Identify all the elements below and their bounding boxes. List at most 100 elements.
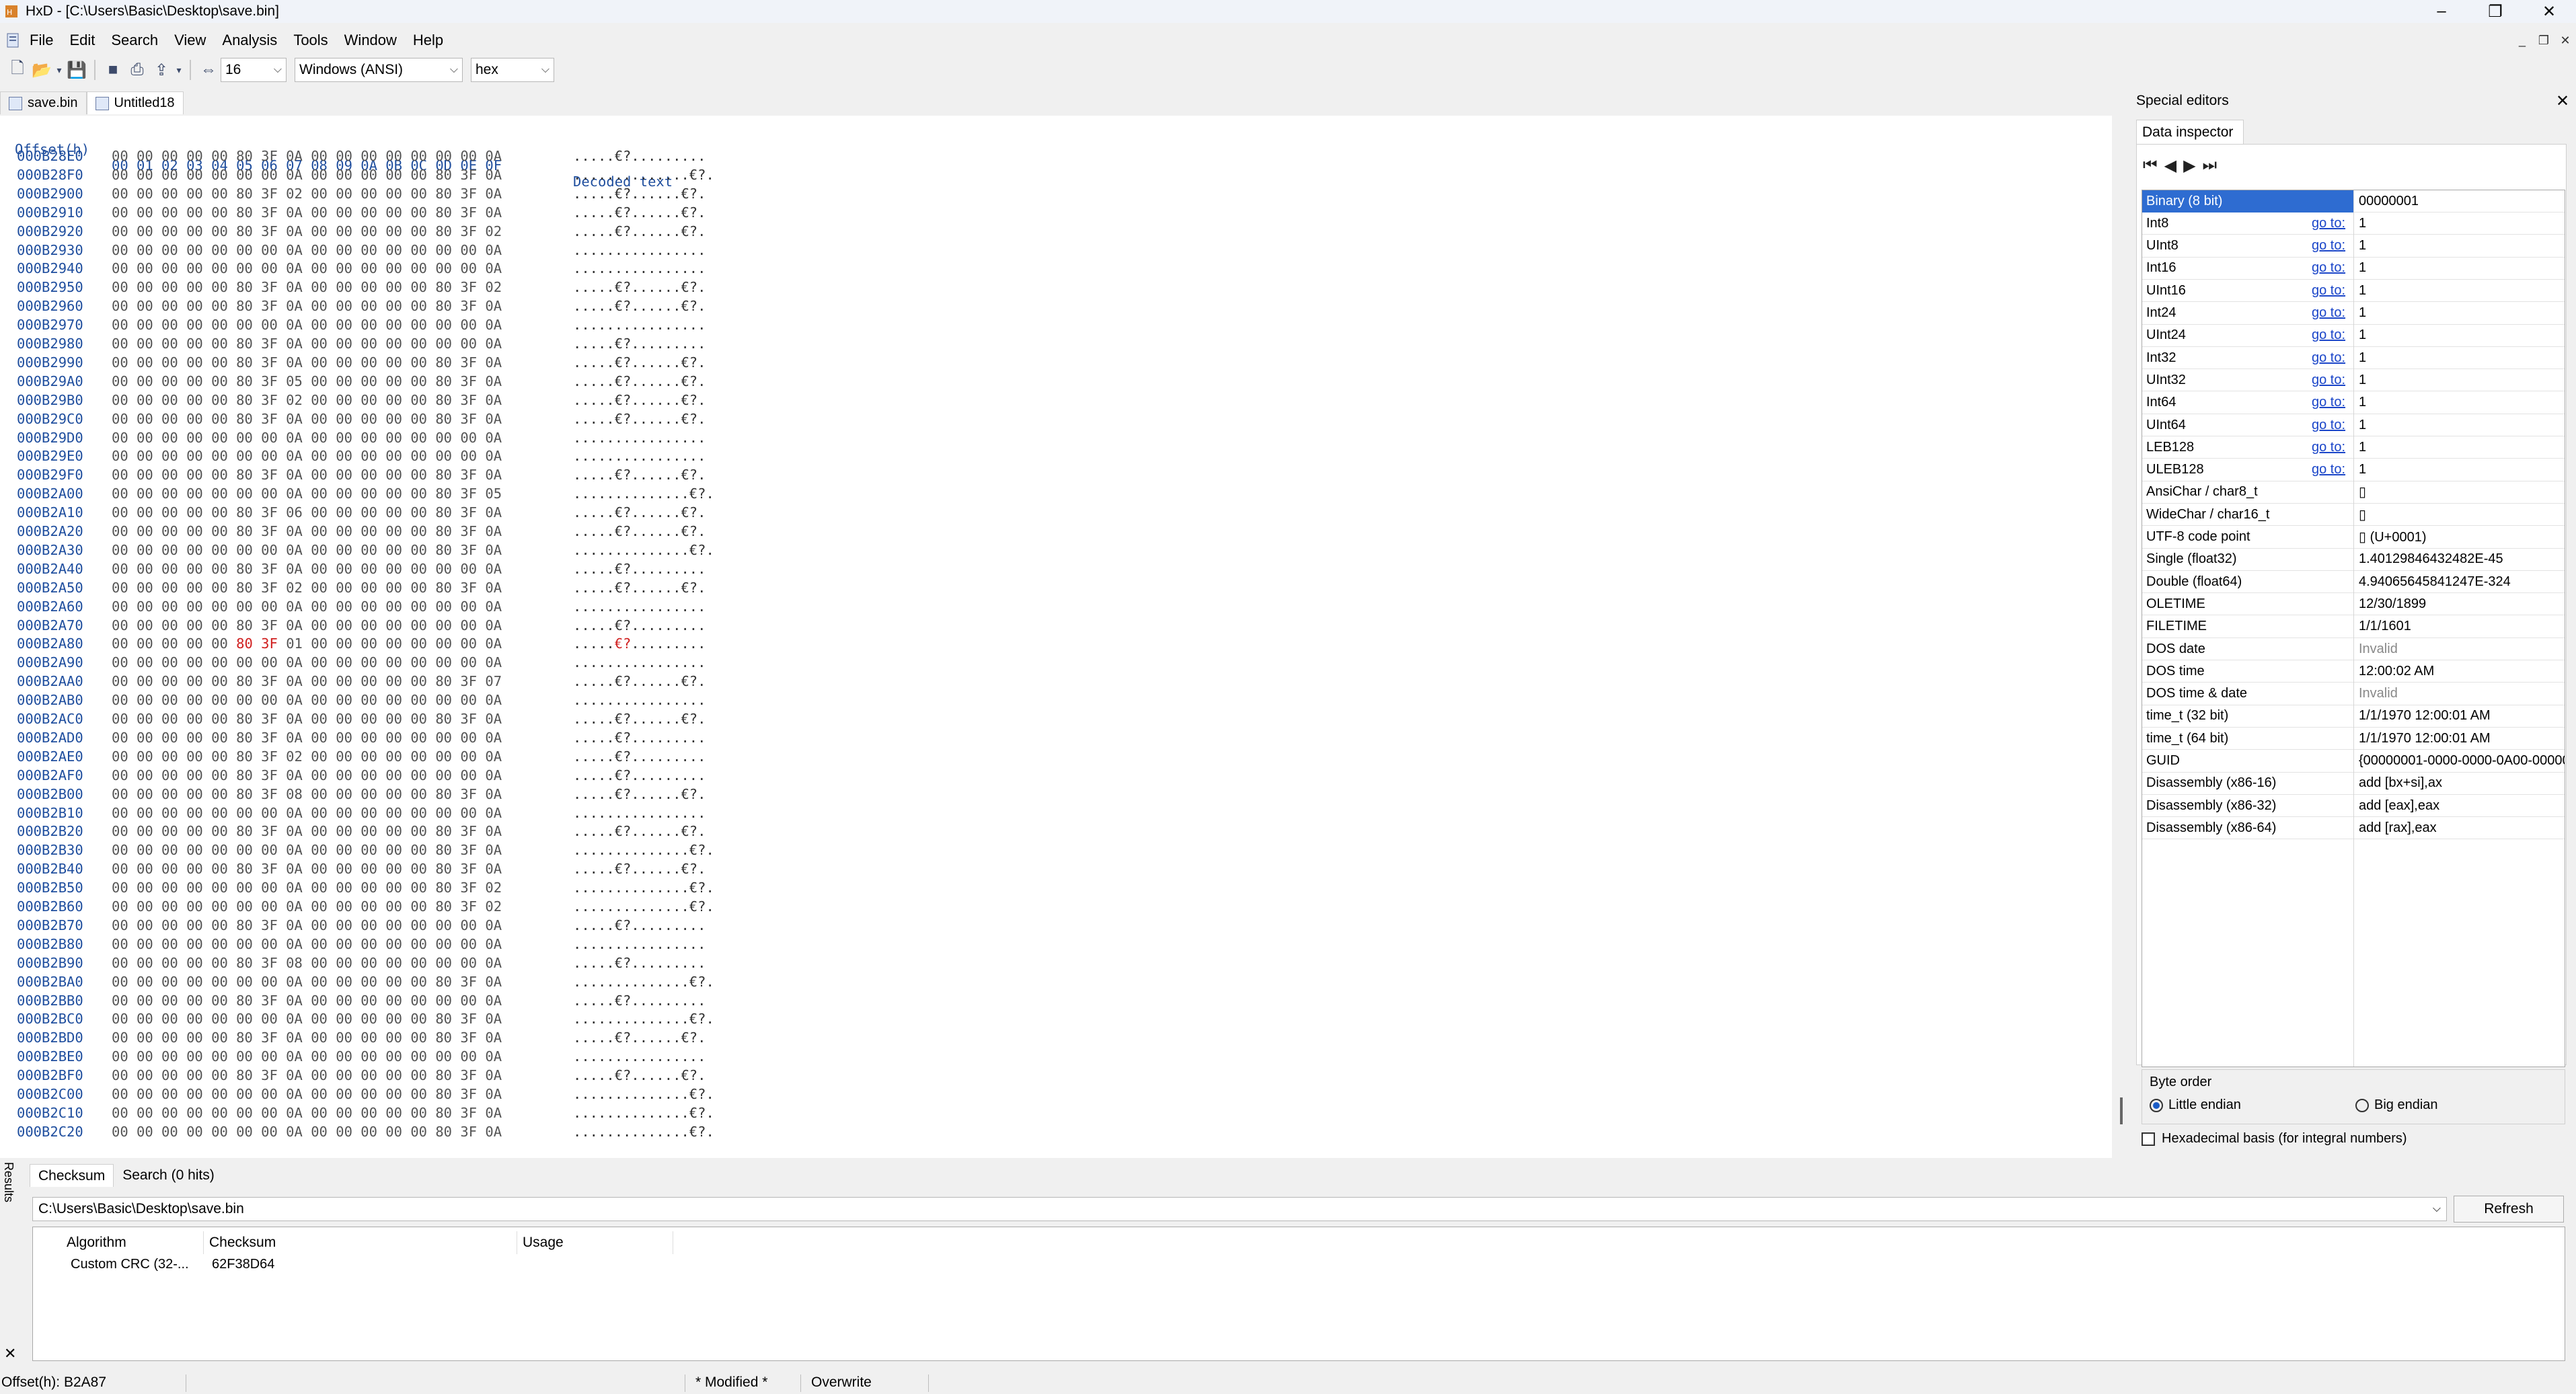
hex-bytes[interactable]: 00 00 00 00 00 80 3F 0A 00 00 00 00 00 8… — [112, 1030, 502, 1046]
open-dropdown-icon[interactable]: ▾ — [54, 58, 65, 82]
hex-bytes[interactable]: 00 00 00 00 00 80 3F 0A 00 00 00 00 00 8… — [112, 711, 502, 727]
hex-bytes[interactable]: 00 00 00 00 00 80 3F 0A 00 00 00 00 00 8… — [112, 1067, 502, 1083]
decoded-text[interactable]: ................ — [573, 654, 706, 670]
inspector-value[interactable]: add [bx+si],ax — [2359, 775, 2565, 791]
export-icon[interactable]: ⇪ — [149, 58, 174, 82]
hex-bytes[interactable]: 00 00 00 00 00 00 00 0A 00 00 00 00 00 8… — [112, 974, 502, 990]
document-icon[interactable] — [5, 32, 22, 48]
table-cell-checksum[interactable]: 62F38D64 — [212, 1257, 274, 1272]
menu-edit[interactable]: Edit — [61, 32, 103, 49]
hex-bytes[interactable]: 00 00 00 00 00 80 3F 05 00 00 00 00 00 8… — [112, 373, 502, 389]
goto-link[interactable]: go to: — [2312, 260, 2345, 276]
scrollbar-thumb[interactable] — [2120, 1097, 2123, 1124]
decoded-text[interactable]: ................ — [573, 317, 706, 333]
inspector-value[interactable]: 12:00:02 AM — [2359, 664, 2565, 679]
hex-bytes[interactable]: 00 00 00 00 00 00 00 0A 00 00 00 00 00 0… — [112, 317, 502, 333]
column-header-checksum[interactable]: Checksum — [205, 1231, 517, 1254]
decoded-text[interactable]: .....€?......€?. — [573, 504, 706, 520]
decoded-text[interactable]: ..............€?. — [573, 974, 714, 990]
hex-bytes[interactable]: 00 00 00 00 00 00 00 0A 00 00 00 00 00 8… — [112, 880, 502, 896]
hex-bytes[interactable]: 00 00 00 00 00 80 3F 0A 00 00 00 00 00 0… — [112, 148, 502, 164]
inspector-value[interactable]: ▯ — [2359, 483, 2565, 500]
hex-bytes[interactable]: 00 00 00 00 00 00 00 0A 00 00 00 00 00 0… — [112, 242, 502, 258]
inspector-value[interactable]: {00000001-0000-0000-0A00-000000 — [2359, 753, 2565, 769]
decoded-text[interactable]: .....€?......... — [573, 748, 706, 765]
checksum-file-select[interactable]: C:\Users\Basic\Desktop\save.bin ⌵ — [32, 1197, 2447, 1221]
inspector-value[interactable]: 1/1/1970 12:00:01 AM — [2359, 708, 2565, 724]
decoded-text[interactable]: .....€?......€?. — [573, 298, 706, 314]
new-file-icon[interactable]: 🗋 — [5, 58, 30, 82]
hex-bytes[interactable]: 00 00 00 00 00 00 00 0A 00 00 00 00 00 8… — [112, 1086, 502, 1102]
inspector-value[interactable]: 1 — [2359, 395, 2565, 410]
hex-bytes[interactable]: 00 00 00 00 00 80 3F 0A 00 00 00 00 00 8… — [112, 298, 502, 314]
decoded-text[interactable]: ..............€?. — [573, 486, 714, 502]
decoded-text[interactable]: ..............€?. — [573, 542, 714, 558]
open-file-icon[interactable]: 📂 — [30, 58, 54, 82]
decoded-text[interactable]: .....€?......€?. — [573, 467, 706, 483]
hex-bytes[interactable]: 00 00 00 00 00 00 00 0A 00 00 00 00 00 8… — [112, 542, 502, 558]
hex-bytes[interactable]: 00 00 00 00 00 80 3F 0A 00 00 00 00 00 8… — [112, 673, 502, 689]
hex-bytes[interactable]: 00 00 00 00 00 80 3F 06 00 00 00 00 00 8… — [112, 504, 502, 520]
hex-bytes[interactable]: 00 00 00 00 00 80 3F 0A 00 00 00 00 00 8… — [112, 279, 502, 295]
decoded-text[interactable]: .....€?......€?. — [573, 523, 706, 539]
decoded-text[interactable]: .....€?......€?. — [573, 279, 706, 295]
close-window-button[interactable]: ✕ — [2522, 0, 2576, 23]
hex-bytes[interactable]: 00 00 00 00 00 00 00 0A 00 00 00 00 00 8… — [112, 898, 502, 915]
hex-view[interactable]: Offset(h) 00 01 02 03 04 05 06 07 08 09 … — [0, 116, 2112, 1158]
inspector-value[interactable]: 12/30/1899 — [2359, 596, 2565, 612]
first-icon[interactable]: ⏮ — [2143, 156, 2158, 176]
inspector-value[interactable]: Invalid — [2359, 686, 2565, 701]
decoded-text[interactable]: .....€?......€?. — [573, 186, 706, 202]
goto-link[interactable]: go to: — [2312, 305, 2345, 321]
decoded-text[interactable]: ................ — [573, 1048, 706, 1064]
goto-link[interactable]: go to: — [2312, 216, 2345, 231]
decoded-text[interactable]: .....€?......... — [573, 635, 706, 652]
inspector-value[interactable]: 1 — [2359, 350, 2565, 366]
big-endian-radio[interactable]: Big endian — [2355, 1097, 2438, 1113]
goto-link[interactable]: go to: — [2312, 395, 2345, 410]
decoded-text[interactable]: .....€?......€?. — [573, 786, 706, 802]
decoded-text[interactable]: .....€?......€?. — [573, 373, 706, 389]
hex-bytes[interactable]: 00 00 00 00 00 00 00 0A 00 00 00 00 00 0… — [112, 448, 502, 464]
inspector-value[interactable]: 1 — [2359, 327, 2565, 343]
hex-bytes[interactable]: 00 00 00 00 00 00 00 0A 00 00 00 00 00 8… — [112, 167, 502, 183]
inspector-value[interactable]: 1 — [2359, 260, 2565, 276]
charset-select[interactable]: Windows (ANSI) ⌵ — [295, 58, 463, 82]
hex-bytes[interactable]: 00 00 00 00 00 80 3F 0A 00 00 00 00 00 0… — [112, 917, 502, 933]
inspector-value[interactable]: 00000001 — [2359, 194, 2565, 209]
hex-bytes[interactable]: 00 00 00 00 00 00 00 0A 00 00 00 00 00 0… — [112, 936, 502, 952]
menu-help[interactable]: Help — [405, 32, 451, 49]
decoded-text[interactable]: .....€?......... — [573, 993, 706, 1009]
close-icon[interactable]: ✕ — [2556, 91, 2569, 111]
decoded-text[interactable]: .....€?......... — [573, 148, 706, 164]
hex-bytes[interactable]: 00 00 00 00 00 80 3F 0A 00 00 00 00 00 0… — [112, 561, 502, 577]
decoded-text[interactable]: .....€?......€?. — [573, 673, 706, 689]
goto-link[interactable]: go to: — [2312, 238, 2345, 254]
tab-save-bin[interactable]: save.bin — [0, 91, 87, 114]
inspector-value[interactable]: 1 — [2359, 305, 2565, 321]
goto-link[interactable]: go to: — [2312, 327, 2345, 343]
hex-bytes[interactable]: 00 00 00 00 00 00 00 0A 00 00 00 00 00 0… — [112, 654, 502, 670]
menu-analysis[interactable]: Analysis — [214, 32, 285, 49]
decoded-text[interactable]: ................ — [573, 598, 706, 615]
next-icon[interactable]: ▶ — [2183, 156, 2195, 176]
decoded-text[interactable]: ................ — [573, 805, 706, 821]
minimize-button[interactable]: – — [2415, 0, 2468, 23]
mdi-close-button[interactable]: ✕ — [2554, 34, 2576, 48]
decoded-text[interactable]: .....€?......€?. — [573, 411, 706, 427]
hex-bytes[interactable]: 00 00 00 00 00 00 00 0A 00 00 00 00 00 0… — [112, 805, 502, 821]
tab-checksum[interactable]: Checksum — [30, 1164, 114, 1187]
hex-bytes[interactable]: 00 00 00 00 00 80 3F 0A 00 00 00 00 00 0… — [112, 336, 502, 352]
inspector-value[interactable]: 1 — [2359, 238, 2565, 254]
hex-bytes[interactable]: 00 00 00 00 00 80 3F 0A 00 00 00 00 00 8… — [112, 861, 502, 877]
hex-bytes[interactable]: 00 00 00 00 00 80 3F 08 00 00 00 00 00 8… — [112, 786, 502, 802]
decoded-text[interactable]: ..............€?. — [573, 1086, 714, 1102]
inspector-value[interactable]: ▯ (U+0001) — [2359, 529, 2565, 545]
hex-bytes[interactable]: 00 00 00 00 00 80 3F 0A 00 00 00 00 00 0… — [112, 767, 502, 783]
inspector-value[interactable]: 1 — [2359, 216, 2565, 231]
export-dropdown-icon[interactable]: ▾ — [174, 58, 184, 82]
inspector-value[interactable]: 1 — [2359, 462, 2565, 477]
hex-bytes[interactable]: 00 00 00 00 00 00 00 0A 00 00 00 00 00 8… — [112, 1011, 502, 1027]
hex-bytes[interactable]: 00 00 00 00 00 80 3F 0A 00 00 00 00 00 8… — [112, 467, 502, 483]
decoded-text[interactable]: .....€?......€?. — [573, 392, 706, 408]
